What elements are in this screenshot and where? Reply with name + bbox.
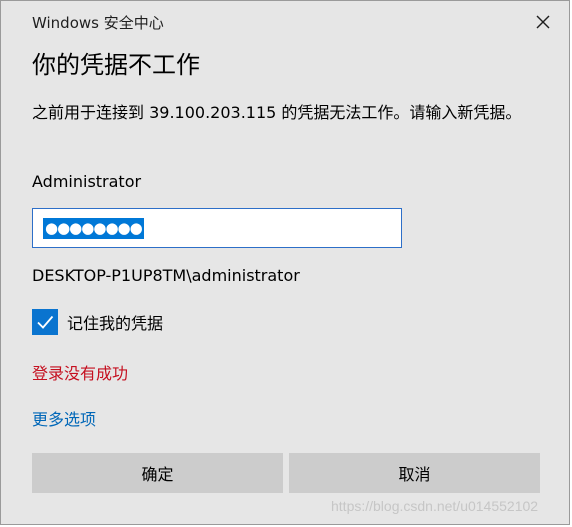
error-message: 登录没有成功 — [32, 364, 129, 383]
more-options-link[interactable]: 更多选项 — [32, 406, 96, 430]
window-title: Windows 安全中心 — [32, 14, 164, 32]
remember-label: 记住我的凭据 — [67, 314, 164, 333]
remember-checkbox[interactable] — [32, 309, 58, 335]
dialog-message: 之前用于连接到 39.100.203.115 的凭据无法工作。请输入新凭据。 — [32, 103, 522, 122]
dialog-heading: 你的凭据不工作 — [32, 51, 200, 79]
password-value: ●●●●●●●● — [43, 218, 144, 239]
password-input[interactable]: ●●●●●●●● — [32, 208, 402, 248]
credential-dialog: Windows 安全中心 你的凭据不工作 之前用于连接到 39.100.203.… — [0, 0, 570, 525]
username-label: Administrator — [32, 172, 142, 191]
remember-credentials[interactable]: 记住我的凭据 — [32, 309, 163, 335]
cancel-button[interactable]: 取消 — [289, 453, 540, 493]
watermark: https://blog.csdn.net/u014552102 — [331, 498, 539, 514]
domain-user-label: DESKTOP-P1UP8TM\administrator — [32, 266, 300, 285]
ok-button[interactable]: 确定 — [32, 453, 283, 493]
close-button[interactable] — [525, 5, 561, 39]
checkmark-icon — [37, 315, 54, 329]
close-icon — [536, 15, 550, 29]
